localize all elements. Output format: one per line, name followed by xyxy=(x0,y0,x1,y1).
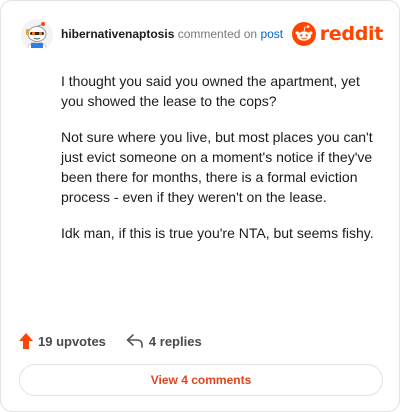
avatar[interactable] xyxy=(21,19,53,51)
reply-count: 4 replies xyxy=(148,333,202,349)
comment-header: hibernativenaptosis commented on post re… xyxy=(17,17,385,53)
comment-footer: 19 upvotes 4 replies xyxy=(19,331,202,351)
comment-paragraph: Not sure where you live, but most places… xyxy=(61,129,373,205)
comment-paragraph: I thought you said you owned the apartme… xyxy=(61,73,360,109)
reddit-logo-icon xyxy=(291,22,316,46)
snoo-avatar-icon xyxy=(21,19,53,51)
commented-on-text: commented on xyxy=(177,27,258,41)
post-link[interactable]: post xyxy=(260,27,283,41)
username-link[interactable]: hibernativenaptosis xyxy=(61,27,174,41)
reply-icon xyxy=(126,334,143,348)
upvote-count: 19 upvotes xyxy=(38,333,106,349)
replies-button[interactable]: 4 replies xyxy=(126,334,202,349)
view-comments-button[interactable]: View 4 comments xyxy=(19,364,383,396)
comment-meta: hibernativenaptosis commented on post xyxy=(61,27,283,41)
reddit-wordmark: reddit xyxy=(319,23,384,45)
upvote-button[interactable]: 19 upvotes xyxy=(19,333,106,349)
comment-paragraph: Idk man, if this is true you're NTA, but… xyxy=(61,225,374,241)
comment-card: hibernativenaptosis commented on post re… xyxy=(0,0,400,412)
comment-body: I thought you said you owned the apartme… xyxy=(61,71,379,259)
arrow-up-icon xyxy=(19,333,33,349)
reddit-logo[interactable]: reddit xyxy=(291,21,384,47)
